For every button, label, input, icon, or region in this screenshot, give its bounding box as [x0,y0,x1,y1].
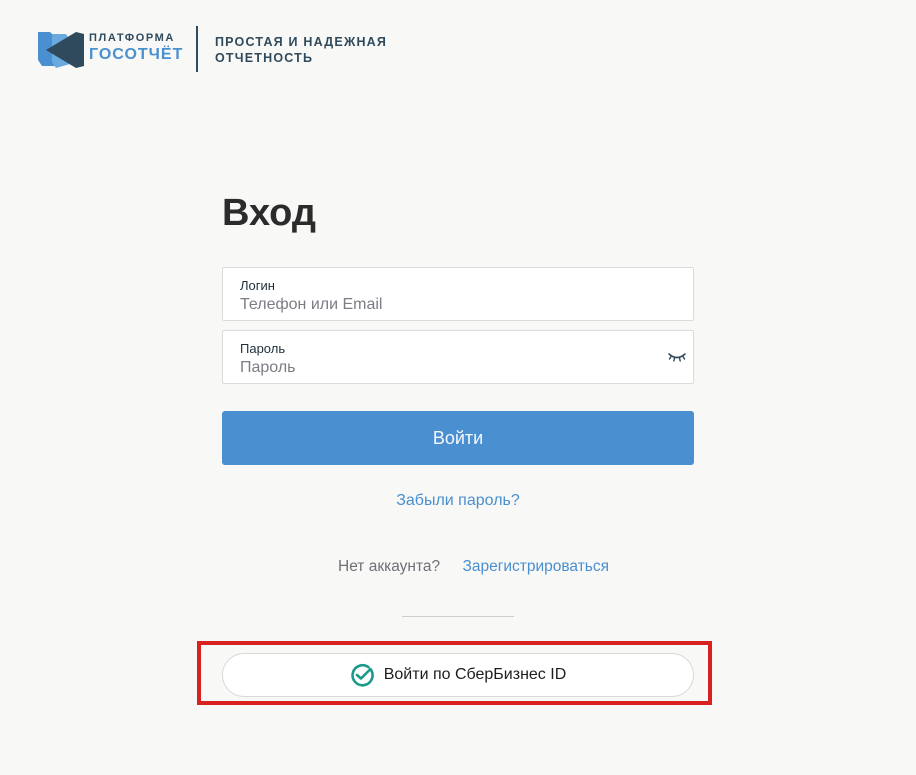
forgot-password-link[interactable]: Забыли пароль? [396,492,520,509]
logo-line1: ПЛАТФОРМА [89,32,175,44]
register-row: Нет аккаунта? Зарегистрироваться [338,558,609,576]
forgot-password-row: Забыли пароль? [0,492,916,510]
page-title: Вход [222,192,316,234]
password-field[interactable]: Пароль [222,330,694,384]
no-account-text: Нет аккаунта? [338,558,441,575]
register-link[interactable]: Зарегистрироваться [462,558,609,575]
password-label: Пароль [240,341,286,356]
gosotchet-logo-icon [38,32,84,68]
tagline: ПРОСТАЯ И НАДЕЖНАЯ ОТЧЕТНОСТЬ [215,35,388,65]
password-input[interactable] [240,358,640,378]
sber-check-icon [351,664,374,687]
sber-button-label: Войти по СберБизнес ID [383,666,567,683]
sber-business-id-button[interactable]: Войти по СберБизнес ID [222,653,694,697]
login-field[interactable]: Логин [222,267,694,321]
logo-line2: ГОСОТЧЁТ [89,46,184,63]
login-label: Логин [240,278,275,293]
separator [402,616,514,617]
logo-divider [196,26,198,72]
login-input[interactable] [240,295,640,315]
eye-closed-icon[interactable] [667,351,687,363]
login-button[interactable]: Войти [222,411,694,465]
logo-text: ПЛАТФОРМА ГОСОТЧЁТ [89,33,183,63]
